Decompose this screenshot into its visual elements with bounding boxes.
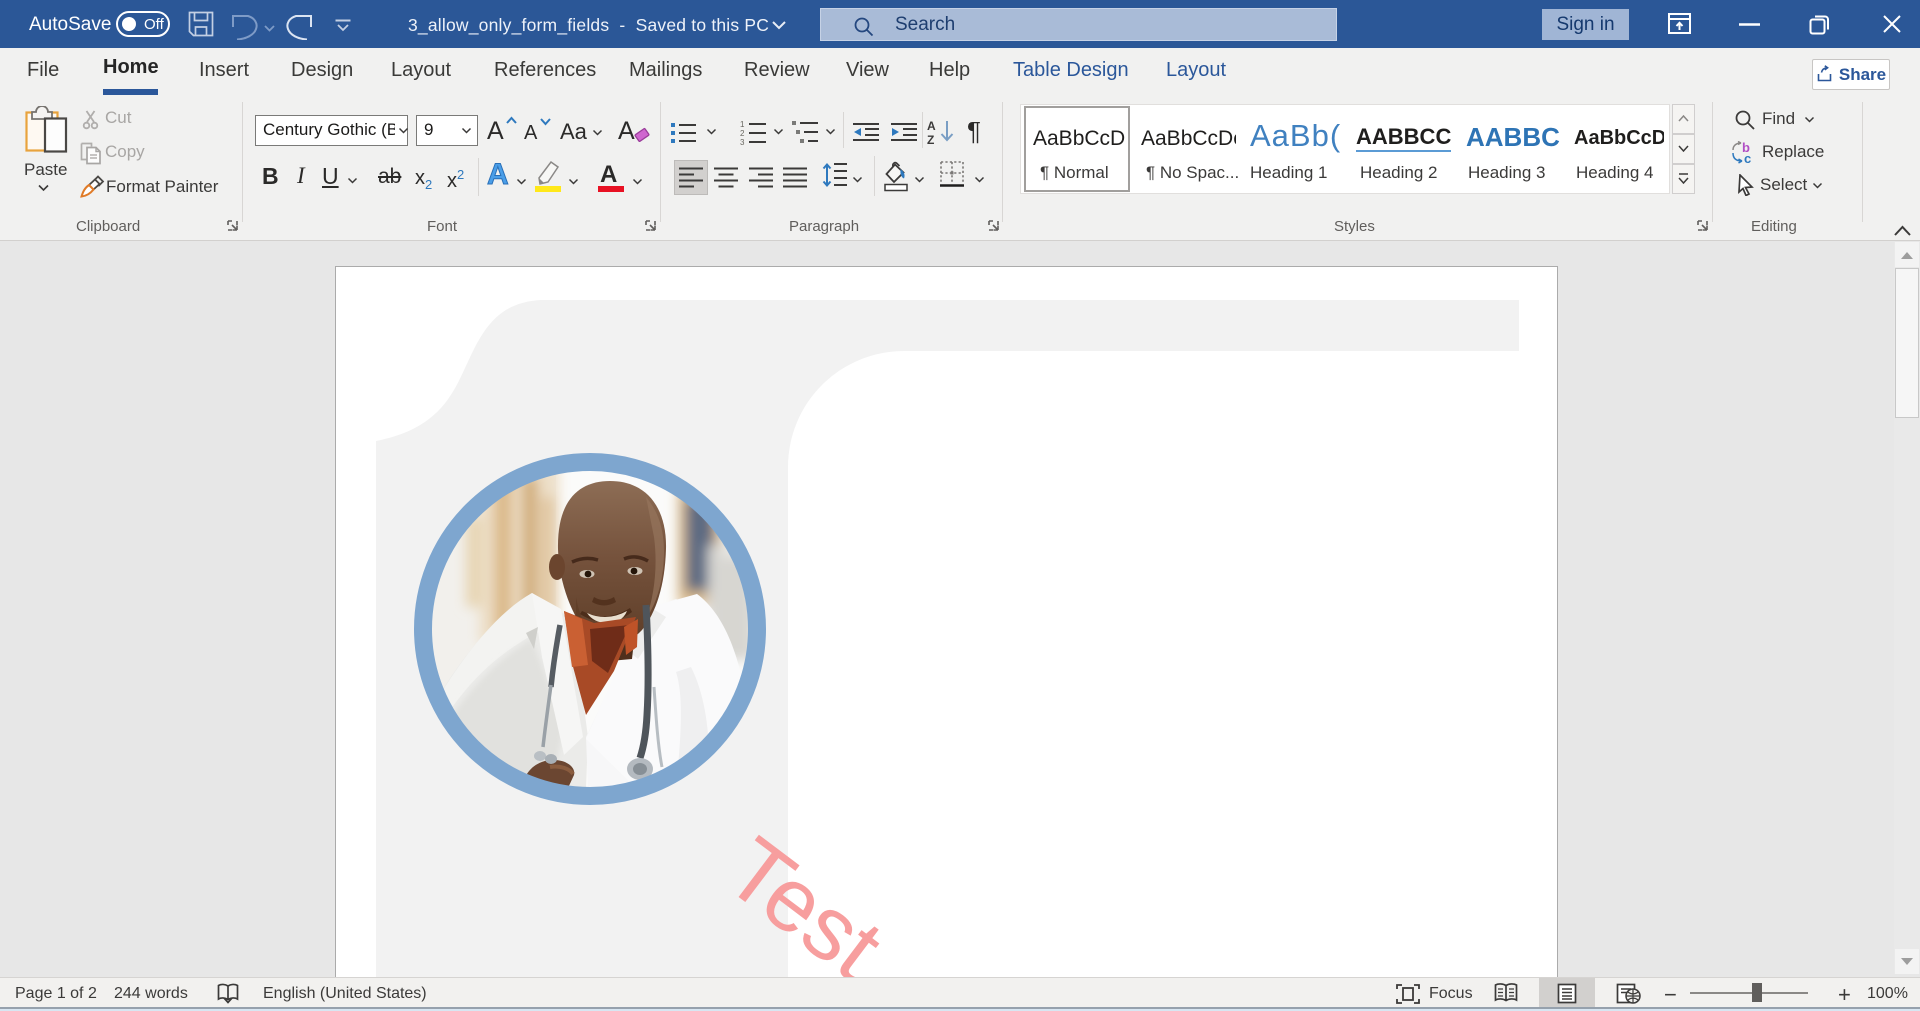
svg-text:Z: Z: [927, 133, 934, 146]
svg-text:c: c: [1744, 151, 1751, 165]
svg-text:3: 3: [740, 138, 745, 146]
svg-text:1: 1: [740, 120, 745, 129]
svg-text:A: A: [927, 119, 936, 133]
svg-text:2: 2: [740, 129, 745, 138]
